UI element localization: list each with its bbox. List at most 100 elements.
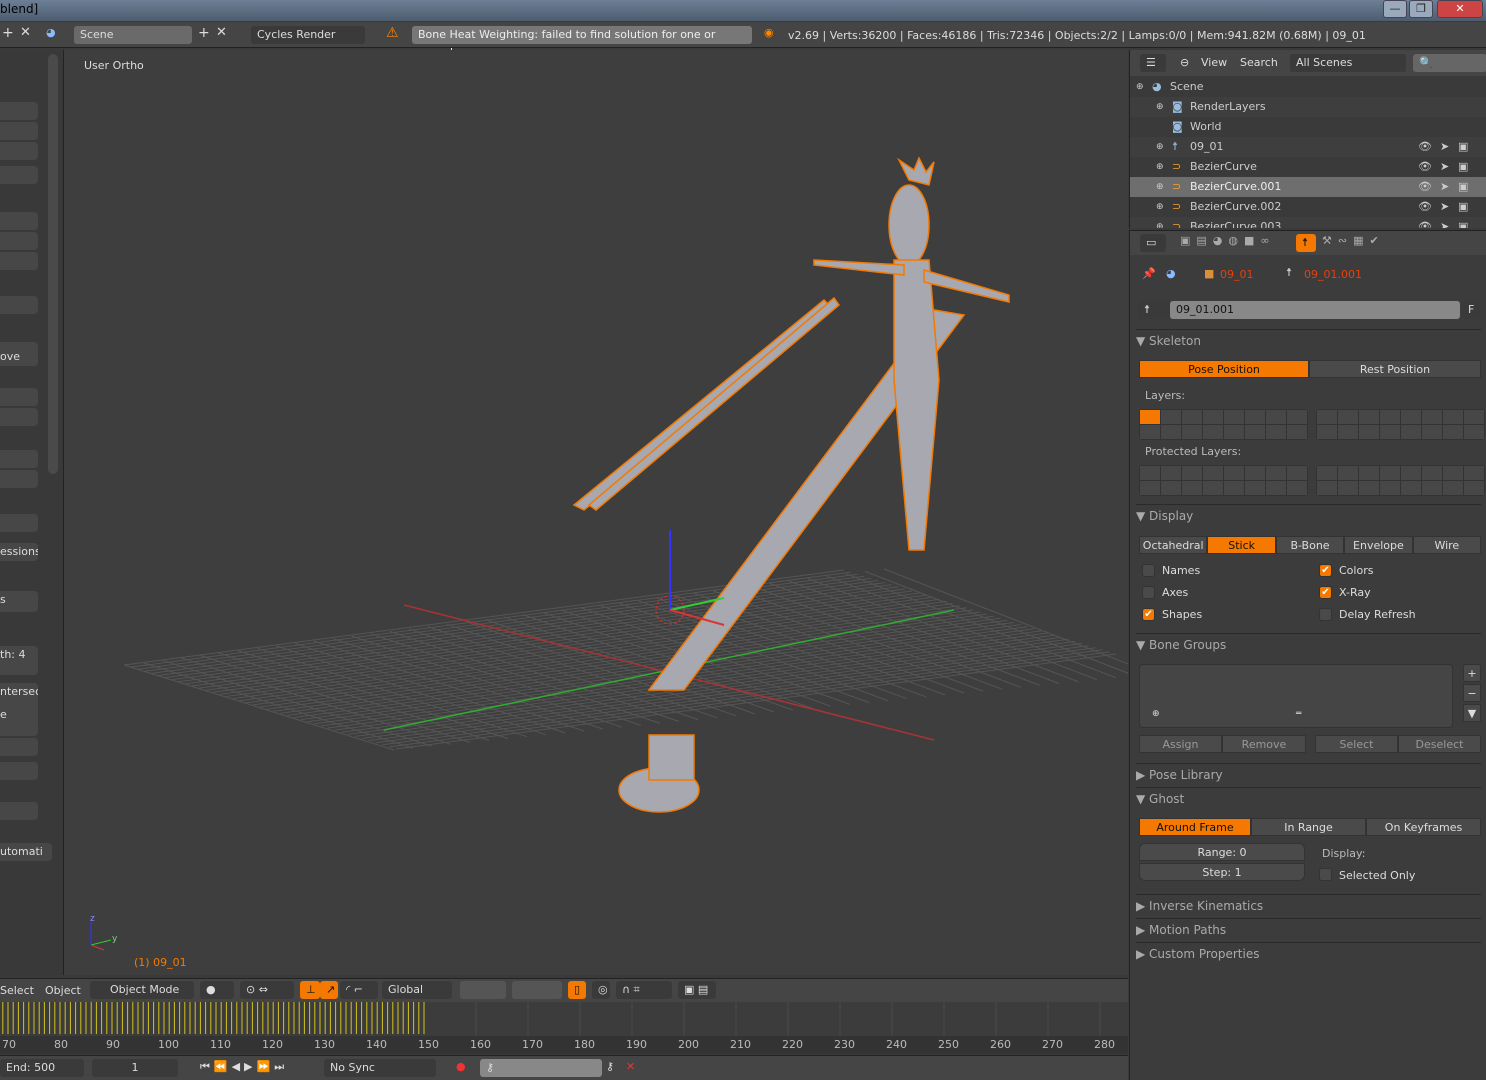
visibility-eye-icon[interactable]: 👁	[1418, 137, 1432, 157]
layer-cell[interactable]	[1359, 481, 1379, 495]
bone-groups-panel-header[interactable]: ▼ Bone Groups	[1136, 633, 1481, 655]
layer-cell[interactable]	[1464, 425, 1484, 439]
deselect-button[interactable]: Deselect	[1398, 735, 1481, 753]
bone-display-octahedral-button[interactable]: Octahedral	[1139, 536, 1208, 554]
layer-cell[interactable]	[1443, 425, 1463, 439]
tool-button[interactable]: utomati	[0, 843, 52, 861]
layer-cell[interactable]	[1287, 410, 1307, 424]
layer-cell[interactable]	[1338, 425, 1358, 439]
ghost-panel-header[interactable]: ▼ Ghost	[1136, 787, 1481, 809]
add-screen-icon[interactable]: +	[2, 25, 14, 41]
orientation-select[interactable]: Global	[382, 981, 452, 999]
render-camera-icon[interactable]: ▣	[1458, 177, 1468, 197]
display-panel-header[interactable]: ▼ Display	[1136, 504, 1481, 526]
tool-button[interactable]	[0, 470, 38, 488]
layer-cell[interactable]	[1161, 410, 1181, 424]
layer-cell[interactable]	[1422, 410, 1442, 424]
selectability-cursor-icon[interactable]: ➤	[1440, 157, 1449, 177]
pose-library-panel-header[interactable]: ▶ Pose Library	[1136, 763, 1481, 785]
tool-button[interactable]: ove	[0, 348, 38, 366]
layer-cell[interactable]	[1266, 481, 1286, 495]
in-range-button[interactable]: In Range	[1251, 818, 1366, 836]
layer-cell[interactable]	[1464, 481, 1484, 495]
layer-cell[interactable]	[1182, 481, 1202, 495]
outliner-row[interactable]: ⊕ ◙ RenderLayers	[1130, 97, 1486, 117]
scene-icon[interactable]: ◕	[46, 26, 56, 39]
layer-buttons-1[interactable]	[460, 981, 506, 999]
armature-name-field[interactable]: 09_01.001	[1170, 301, 1460, 319]
tool-button[interactable]	[0, 102, 38, 120]
layer-cell[interactable]	[1224, 481, 1244, 495]
colors-checkbox[interactable]: ✔	[1319, 564, 1332, 577]
layer-cell[interactable]	[1203, 481, 1223, 495]
protected-layers-grid-2[interactable]	[1316, 465, 1485, 496]
rest-position-button[interactable]: Rest Position	[1309, 360, 1481, 378]
layer-cell[interactable]	[1245, 410, 1265, 424]
pivot-select[interactable]: ⊙ ⇔	[240, 981, 294, 999]
context-tabs[interactable]: ▣▤◕◍■∞	[1180, 234, 1276, 247]
motion-paths-panel-header[interactable]: ▶ Motion Paths	[1136, 918, 1481, 940]
layers-grid-2[interactable]	[1316, 409, 1485, 440]
layer-cell[interactable]	[1422, 466, 1442, 480]
collapse-icon[interactable]: ⊖	[1180, 56, 1189, 69]
select-menu[interactable]: Select	[0, 984, 34, 997]
outliner-row[interactable]: ⊕ ⊃ BezierCurve.001 👁 ➤ ▣	[1130, 177, 1486, 197]
layer-cell[interactable]	[1140, 481, 1160, 495]
layer-cell[interactable]	[1443, 466, 1463, 480]
layer-cell[interactable]	[1380, 466, 1400, 480]
armature-browse-icon[interactable]: ☨	[1138, 301, 1170, 319]
layer-cell[interactable]	[1422, 481, 1442, 495]
layer-cell[interactable]	[1287, 425, 1307, 439]
layer-cell[interactable]	[1140, 410, 1160, 424]
sync-select[interactable]: No Sync	[324, 1059, 436, 1077]
layer-cell[interactable]	[1287, 466, 1307, 480]
tool-button[interactable]	[0, 762, 38, 780]
tool-button[interactable]	[0, 142, 38, 160]
layer-cell[interactable]	[1140, 425, 1160, 439]
layer-cell[interactable]	[1380, 410, 1400, 424]
tool-button[interactable]	[0, 166, 38, 184]
minimize-button[interactable]: —	[1383, 0, 1407, 18]
expand-icon[interactable]: ⊕	[1156, 97, 1164, 117]
selectability-cursor-icon[interactable]: ➤	[1440, 137, 1449, 157]
manipulator-toggle-icon[interactable]: ⊥	[300, 981, 320, 999]
tool-button[interactable]	[0, 388, 38, 406]
layer-cell[interactable]	[1161, 466, 1181, 480]
layer-cell[interactable]	[1287, 481, 1307, 495]
lock-layers-icon[interactable]: ▯	[568, 981, 586, 999]
outliner-row[interactable]: ◙ World	[1130, 117, 1486, 137]
render-camera-icon[interactable]: ▣	[1458, 217, 1468, 228]
visibility-eye-icon[interactable]: 👁	[1418, 177, 1432, 197]
layer-cell[interactable]	[1359, 466, 1379, 480]
end-frame-field[interactable]: End: 500	[0, 1059, 84, 1077]
expand-icon[interactable]: ⊕	[1156, 197, 1164, 217]
tool-button[interactable]	[0, 408, 38, 426]
layer-cell[interactable]	[1182, 466, 1202, 480]
visibility-eye-icon[interactable]: 👁	[1418, 157, 1432, 177]
skeleton-panel-header[interactable]: ▼ Skeleton	[1136, 329, 1481, 351]
outliner-row[interactable]: ⊕ ◕ Scene	[1130, 77, 1486, 97]
selectability-cursor-icon[interactable]: ➤	[1440, 177, 1449, 197]
tool-button[interactable]	[0, 252, 38, 270]
xray-checkbox[interactable]: ✔	[1319, 586, 1332, 599]
insert-keyframe-icon[interactable]: ⚷	[606, 1060, 614, 1073]
visibility-eye-icon[interactable]: 👁	[1418, 197, 1432, 217]
layer-cell[interactable]	[1182, 410, 1202, 424]
fake-user-button[interactable]: F	[1462, 301, 1480, 319]
layer-cell[interactable]	[1359, 410, 1379, 424]
render-camera-icon[interactable]: ▣	[1458, 197, 1468, 217]
bone-groups-list[interactable]: ⊕ ═	[1139, 664, 1453, 728]
layer-cell[interactable]	[1443, 410, 1463, 424]
layer-cell[interactable]	[1338, 410, 1358, 424]
layer-cell[interactable]	[1140, 466, 1160, 480]
add-scene-icon[interactable]: +	[198, 25, 210, 41]
bone-display-b-bone-button[interactable]: B-Bone	[1275, 536, 1345, 554]
search-input[interactable]: 🔍	[1413, 54, 1486, 72]
snap-icon[interactable]: ∩ ⌗	[616, 981, 672, 999]
layer-cell[interactable]	[1224, 410, 1244, 424]
tool-button[interactable]	[0, 232, 38, 250]
editor-type-icon[interactable]: ▭	[1140, 234, 1166, 252]
layer-cell[interactable]	[1245, 425, 1265, 439]
outliner-row[interactable]: ⊕ ⊃ BezierCurve.002 👁 ➤ ▣	[1130, 197, 1486, 217]
layer-cell[interactable]	[1443, 481, 1463, 495]
